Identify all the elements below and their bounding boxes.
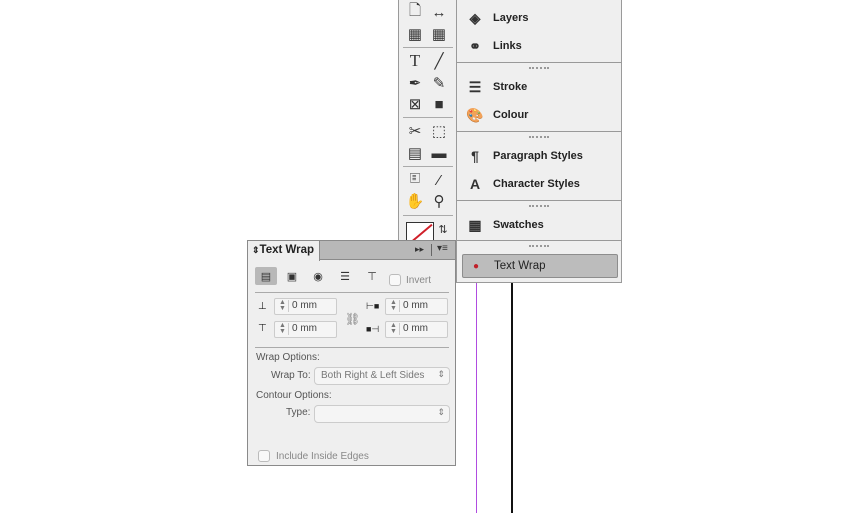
tools-panel: 🗋 ↔ ▦ ▦ T ╱ ✒ ✎ ⊠ ■ ✂ ⬚ ▤ ▬ 🗉 ⁄ ✋ ⚲ ⇅ xyxy=(398,0,457,243)
dock-item-paragraph-styles[interactable]: ¶ Paragraph Styles xyxy=(465,144,615,168)
invert-checkbox[interactable] xyxy=(389,274,401,286)
fill-stroke-swatch[interactable] xyxy=(406,222,434,243)
colour-palette-icon: 🎨 xyxy=(466,106,484,123)
links-icon: ⚭ xyxy=(469,37,481,54)
left-offset-field[interactable]: ▲ ▼ 0 mm xyxy=(385,298,448,315)
left-offset-icon: ⊢■ xyxy=(366,301,380,311)
bottom-offset-field[interactable]: ▲ ▼ 0 mm xyxy=(274,321,337,338)
stroke-icon: ☰ xyxy=(468,78,482,95)
include-inside-edges-checkbox[interactable] xyxy=(258,450,270,462)
panel-dock: ◈ Layers ⚭ Links ☰ Stroke 🎨 Colour ¶ Paragrap… xyxy=(456,0,622,283)
pencil-tool-icon[interactable]: ✎ xyxy=(428,74,450,92)
dock-item-text-wrap[interactable]: ● Text Wrap xyxy=(462,254,618,278)
contour-options-label: Contour Options: xyxy=(256,390,332,401)
gradient-feather-tool-icon[interactable]: ▬ xyxy=(428,144,450,162)
text-wrap-icon: ● xyxy=(472,260,480,272)
tab-arrows-icon: ⇕ xyxy=(252,245,260,255)
frame-edge xyxy=(511,282,513,513)
select-chevron-icon: ⇕ xyxy=(437,369,445,379)
panel-menu-icon[interactable]: ▾≡ xyxy=(437,243,448,254)
wrap-to-label: Wrap To: xyxy=(271,370,311,381)
rectangle-frame-tool-icon[interactable]: ⊠ xyxy=(404,95,426,113)
top-offset-field[interactable]: ▲ ▼ 0 mm xyxy=(274,298,337,315)
gap-tool-icon[interactable]: ↔ xyxy=(428,3,450,21)
no-wrap-button[interactable]: ▤ xyxy=(255,267,277,285)
page-tool-icon[interactable]: 🗋 xyxy=(404,2,426,21)
swap-colors-icon[interactable]: ⇅ xyxy=(432,220,454,238)
right-offset-icon: ■⊣ xyxy=(366,324,380,334)
free-transform-tool-icon[interactable]: ⬚ xyxy=(428,122,450,140)
select-chevron-icon: ⇕ xyxy=(437,407,445,417)
include-inside-edges-label: Include Inside Edges xyxy=(276,451,369,462)
hand-tool-icon[interactable]: ✋ xyxy=(404,192,426,210)
scissors-tool-icon[interactable]: ✂ xyxy=(404,122,426,140)
note-tool-icon[interactable]: 🗉 xyxy=(404,170,426,189)
collapse-icon[interactable]: ▸▸ xyxy=(415,244,424,255)
invert-label: Invert xyxy=(406,275,432,286)
wrap-bounding-box-button[interactable]: ▣ xyxy=(281,267,303,285)
dock-item-character-styles[interactable]: A Character Styles xyxy=(465,172,615,196)
jump-next-column-button[interactable]: ⊤ xyxy=(361,267,383,285)
link-offsets-icon[interactable]: ⛓ xyxy=(345,312,360,326)
contour-type-select[interactable]: ⇕ xyxy=(314,405,450,423)
type-tool-icon[interactable]: T xyxy=(404,51,426,70)
eyedropper-tool-icon[interactable]: ⁄ xyxy=(428,171,450,189)
dock-item-colour[interactable]: 🎨 Colour xyxy=(465,103,615,127)
dock-item-links[interactable]: ⚭ Links xyxy=(465,34,615,58)
right-offset-field[interactable]: ▲ ▼ 0 mm xyxy=(385,321,448,338)
character-styles-icon: A xyxy=(469,176,481,192)
content-placer-icon[interactable]: ▦ xyxy=(428,25,450,43)
bottom-offset-icon: ⊤ xyxy=(258,323,267,334)
dock-item-stroke[interactable]: ☰ Stroke xyxy=(465,75,615,99)
dock-item-swatches[interactable]: ▦ Swatches xyxy=(465,213,615,237)
swatches-icon: ▦ xyxy=(468,216,482,233)
pen-tool-icon[interactable]: ✒ xyxy=(404,74,426,92)
margin-guide xyxy=(476,282,477,513)
paragraph-styles-icon: ¶ xyxy=(471,148,479,164)
wrap-object-shape-button[interactable]: ◉ xyxy=(307,267,329,285)
content-collector-icon[interactable]: ▦ xyxy=(404,25,426,43)
wrap-to-select[interactable]: Both Right & Left Sides ⇕ xyxy=(314,367,450,385)
tab-text-wrap[interactable]: ⇕Text Wrap xyxy=(248,241,320,261)
gradient-swatch-tool-icon[interactable]: ▤ xyxy=(404,144,426,162)
zoom-tool-icon[interactable]: ⚲ xyxy=(428,192,450,210)
top-offset-icon: ⊥ xyxy=(258,301,267,312)
layers-icon: ◈ xyxy=(469,9,481,26)
text-wrap-panel: ▸▸ ▾≡ ⇕Text Wrap ▤ ▣ ◉ ☰ ⊤ Invert ⊥ ▲ ▼ 0 … xyxy=(247,240,456,466)
rectangle-tool-icon[interactable]: ■ xyxy=(428,95,450,113)
dock-item-layers[interactable]: ◈ Layers xyxy=(465,6,615,30)
type-label: Type: xyxy=(286,407,311,418)
line-tool-icon[interactable]: ╱ xyxy=(428,52,450,70)
jump-object-button[interactable]: ☰ xyxy=(334,267,356,285)
wrap-options-label: Wrap Options: xyxy=(256,352,320,363)
